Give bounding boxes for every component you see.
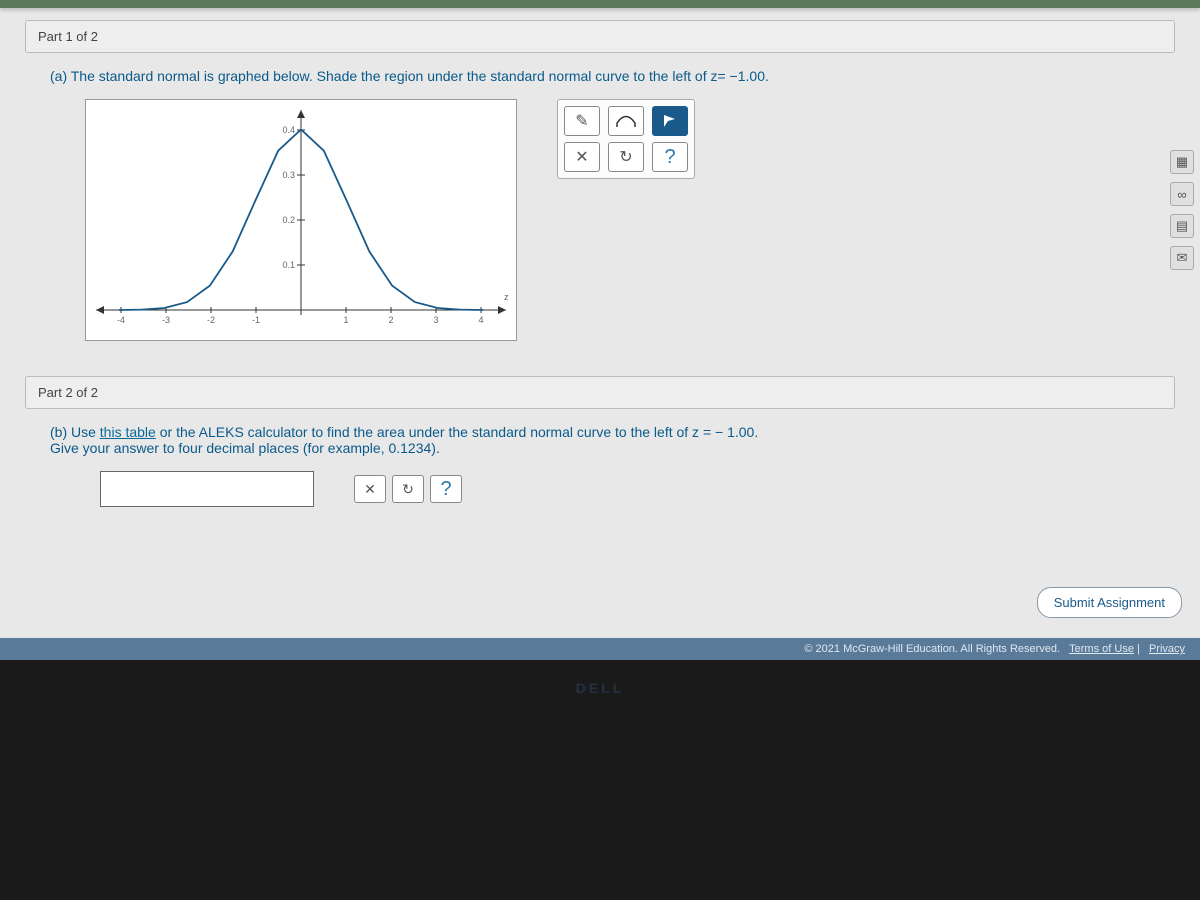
- x-icon: ✕: [364, 481, 376, 498]
- reset-button[interactable]: ↻: [608, 142, 644, 172]
- clear-button[interactable]: ✕: [564, 142, 600, 172]
- svg-text:3: 3: [433, 315, 438, 325]
- x-icon: ✕: [575, 147, 588, 167]
- part1-question: (a) The standard normal is graphed below…: [50, 68, 1150, 84]
- notes-button[interactable]: ▤: [1170, 214, 1194, 238]
- right-sidebar: ▦ ∞ ▤ ✉: [1170, 150, 1194, 270]
- reset-icon: ↻: [619, 147, 632, 167]
- calculator-icon: ▦: [1176, 154, 1188, 170]
- part2-prefix: (b) Use: [50, 424, 100, 440]
- graph-svg: -4 -3 -2 -1 1 2 3 4 0.1 0.2 0.3 0.4: [86, 100, 516, 340]
- flag-icon: [662, 114, 678, 128]
- reset-icon: ↻: [402, 481, 414, 498]
- footer: © 2021 McGraw-Hill Education. All Rights…: [0, 638, 1200, 660]
- terms-link[interactable]: Terms of Use: [1069, 643, 1134, 655]
- reset-button-2[interactable]: ↻: [392, 475, 424, 503]
- part1-header: Part 1 of 2: [25, 20, 1175, 53]
- mail-button[interactable]: ✉: [1170, 246, 1194, 270]
- answer-input[interactable]: [100, 471, 314, 507]
- question-icon: ?: [664, 146, 675, 169]
- svg-text:2: 2: [388, 315, 393, 325]
- calculator-button[interactable]: ▦: [1170, 150, 1194, 174]
- dell-logo: DELL: [576, 680, 625, 696]
- graph-tool-panel: ✎ ✕ ↻ ?: [557, 99, 695, 179]
- fill-left-icon: [616, 114, 636, 128]
- svg-text:0.1: 0.1: [282, 260, 295, 270]
- svg-text:-4: -4: [117, 315, 125, 325]
- question-icon: ?: [440, 478, 451, 501]
- copyright-text: © 2021 McGraw-Hill Education. All Rights…: [804, 643, 1060, 655]
- notes-icon: ▤: [1176, 218, 1188, 234]
- svg-text:-3: -3: [162, 315, 170, 325]
- part2-line2: Give your answer to four decimal places …: [50, 440, 440, 456]
- this-table-link[interactable]: this table: [100, 424, 156, 440]
- infinity-button[interactable]: ∞: [1170, 182, 1194, 206]
- submit-assignment-button[interactable]: Submit Assignment: [1037, 587, 1182, 618]
- app-header-bar: [0, 0, 1200, 8]
- help-button[interactable]: ?: [652, 142, 688, 172]
- y-ticks: 0.1 0.2 0.3 0.4: [282, 125, 305, 270]
- y-axis-arrow: [297, 110, 305, 118]
- part2-question: (b) Use this table or the ALEKS calculat…: [50, 424, 1150, 456]
- part1-question-eq: = −1.00.: [717, 68, 768, 84]
- help-button-2[interactable]: ?: [430, 475, 462, 503]
- privacy-link[interactable]: Privacy: [1149, 643, 1185, 655]
- svg-text:0.3: 0.3: [282, 170, 295, 180]
- normal-curve-graph[interactable]: -4 -3 -2 -1 1 2 3 4 0.1 0.2 0.3 0.4: [85, 99, 517, 341]
- x-axis-arrow: [498, 306, 506, 314]
- fill-left-tool-button[interactable]: [608, 106, 644, 136]
- part2-header: Part 2 of 2: [25, 376, 1175, 409]
- svg-text:0.2: 0.2: [282, 215, 295, 225]
- x-axis-label: z: [504, 292, 509, 302]
- pencil-tool-button[interactable]: ✎: [564, 106, 600, 136]
- mail-icon: ✉: [1177, 250, 1188, 266]
- svg-text:4: 4: [478, 315, 483, 325]
- pencil-icon: ✎: [575, 111, 588, 131]
- svg-text:1: 1: [343, 315, 348, 325]
- svg-text:-1: -1: [252, 315, 260, 325]
- part2-mid: or the ALEKS calculator to find the area…: [156, 424, 758, 440]
- flag-tool-button[interactable]: [652, 106, 688, 136]
- svg-text:-2: -2: [207, 315, 215, 325]
- infinity-icon: ∞: [1177, 187, 1186, 202]
- svg-text:0.4: 0.4: [282, 125, 295, 135]
- part1-question-text: (a) The standard normal is graphed below…: [50, 68, 717, 84]
- x-axis-arrow-left: [96, 306, 104, 314]
- clear-button-2[interactable]: ✕: [354, 475, 386, 503]
